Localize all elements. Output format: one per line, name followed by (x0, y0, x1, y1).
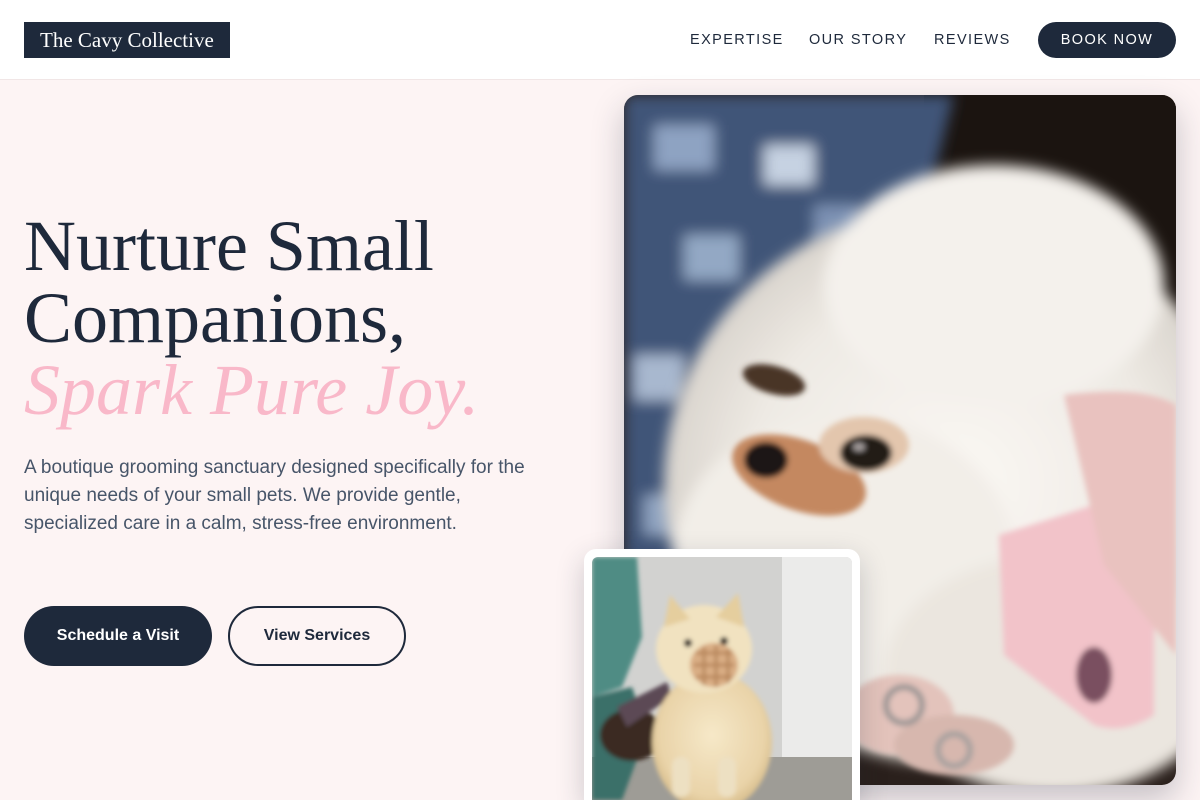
headline-line-2: Companions, (24, 278, 407, 358)
hero-headline: Nurture Small Companions, Spark Pure Joy… (24, 210, 604, 426)
schedule-visit-button[interactable]: Schedule a Visit (24, 606, 212, 666)
nav-link-reviews[interactable]: REVIEWS (934, 30, 1011, 50)
secondary-photo-card (584, 549, 860, 800)
pomeranian-image (592, 557, 852, 800)
nav-link-expertise[interactable]: EXPERTISE (690, 30, 784, 50)
headline-line-1: Nurture Small (24, 206, 434, 286)
hero-description: A boutique grooming sanctuary designed s… (24, 457, 525, 534)
groomed-pomeranian-photo (592, 557, 852, 800)
headline-accent: Spark Pure Joy. (24, 350, 480, 430)
nav-link-our-story[interactable]: OUR STORY (809, 30, 907, 50)
view-services-button[interactable]: View Services (228, 606, 406, 666)
book-now-button[interactable]: BOOK NOW (1038, 22, 1176, 58)
site-logo[interactable]: The Cavy Collective (24, 22, 230, 58)
site-header: The Cavy Collective EXPERTISE OUR STORY … (0, 0, 1200, 80)
